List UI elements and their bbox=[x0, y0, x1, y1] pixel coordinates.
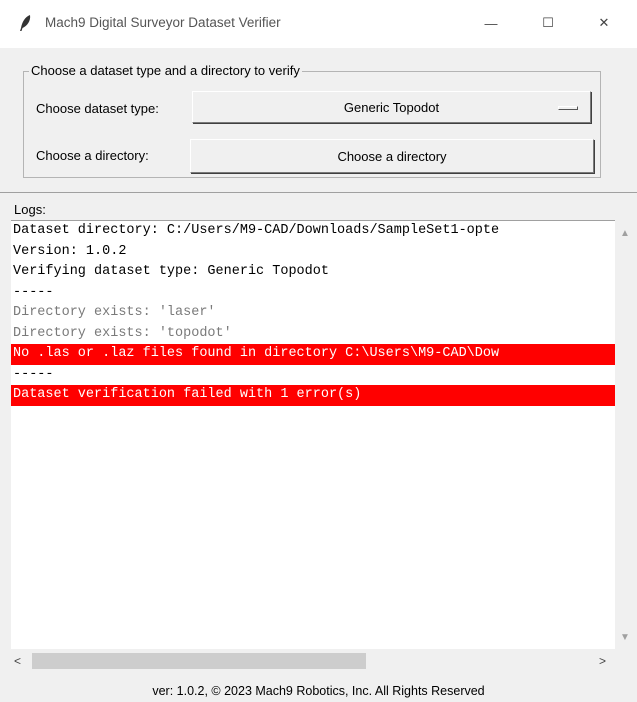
directory-label: Choose a directory: bbox=[36, 148, 149, 163]
option-menu-indicator-icon bbox=[558, 106, 578, 110]
minimize-button[interactable]: — bbox=[468, 8, 514, 38]
vertical-scrollbar[interactable] bbox=[617, 220, 635, 648]
scroll-left-icon[interactable]: < bbox=[14, 654, 21, 668]
log-line: ----- bbox=[13, 284, 54, 300]
horizontal-scroll-thumb[interactable] bbox=[32, 653, 366, 669]
window-title: Mach9 Digital Surveyor Dataset Verifier bbox=[45, 15, 281, 30]
close-button[interactable]: ✕ bbox=[581, 8, 627, 38]
dataset-type-label: Choose dataset type: bbox=[36, 101, 159, 116]
close-icon: ✕ bbox=[598, 15, 610, 30]
feather-icon bbox=[17, 14, 35, 32]
log-line: Directory exists: 'laser' bbox=[13, 305, 216, 320]
dataset-type-select[interactable]: Generic Topodot bbox=[192, 91, 591, 123]
log-line-error: Dataset verification failed with 1 error… bbox=[11, 385, 615, 406]
log-line-error: No .las or .laz files found in directory… bbox=[11, 344, 615, 365]
minimize-icon: — bbox=[484, 15, 498, 31]
scroll-right-icon[interactable]: > bbox=[599, 654, 606, 668]
maximize-icon: ☐ bbox=[542, 15, 554, 30]
choose-directory-button-label: Choose a directory bbox=[337, 148, 447, 164]
footer-version: ver: 1.0.2, © 2023 Mach9 Robotics, Inc. … bbox=[152, 684, 485, 698]
log-line: ----- bbox=[13, 366, 54, 382]
log-line: Version: 1.0.2 bbox=[13, 243, 127, 259]
dataset-type-value: Generic Topodot bbox=[343, 99, 440, 115]
title-bar: Mach9 Digital Surveyor Dataset Verifier … bbox=[0, 0, 637, 48]
scroll-down-icon[interactable]: ▼ bbox=[620, 632, 630, 643]
log-line: Directory exists: 'topodot' bbox=[13, 325, 232, 341]
groupbox-legend: Choose a dataset type and a directory to… bbox=[29, 63, 302, 78]
log-text-area[interactable]: Dataset directory: C:/Users/M9-CAD/Downl… bbox=[11, 220, 615, 649]
maximize-button[interactable]: ☐ bbox=[525, 8, 571, 38]
log-line: Verifying dataset type: Generic Topodot bbox=[13, 264, 329, 279]
choose-directory-button[interactable]: Choose a directory bbox=[190, 139, 594, 173]
separator bbox=[0, 192, 637, 193]
logs-label: Logs: bbox=[14, 202, 46, 217]
scroll-up-icon[interactable]: ▲ bbox=[620, 228, 630, 239]
log-line: Dataset directory: C:/Users/M9-CAD/Downl… bbox=[13, 223, 500, 238]
